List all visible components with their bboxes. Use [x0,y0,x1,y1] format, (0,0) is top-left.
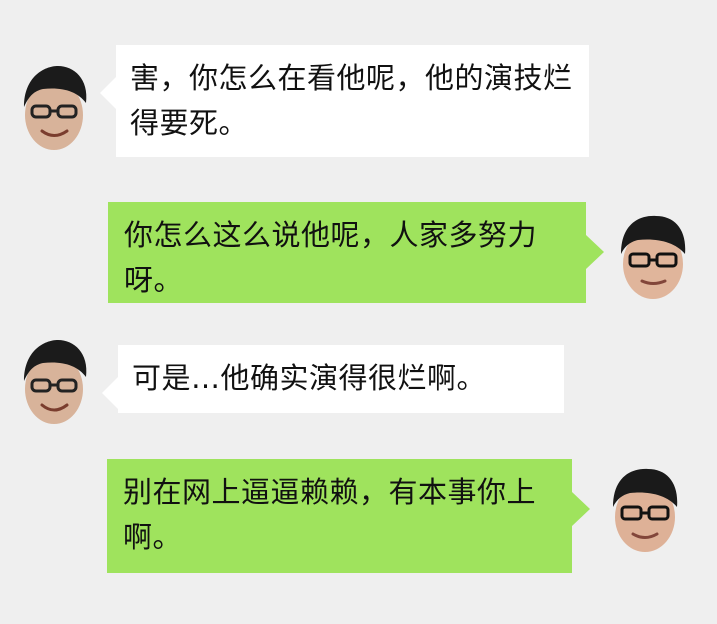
message-text-left-1: 害，你怎么在看他呢，他的演技烂得要死。 [130,61,573,140]
avatar-left-1-icon [24,66,87,150]
message-text-right-2: 别在网上逼逼赖赖，有本事你上啊。 [123,475,537,554]
avatar-left-2-icon [24,340,87,424]
message-row-right-2: 别在网上逼逼赖赖，有本事你上啊。 [0,459,717,573]
avatar-right-2-icon [613,468,678,552]
message-row-right-1: 你怎么这么说他呢，人家多努力呀。 [0,202,717,303]
chat-window: 害，你怎么在看他呢，他的演技烂得要死。 你怎么这么说他呢，人家多努力呀。 可是…… [0,0,717,624]
avatar-left-1[interactable] [14,63,94,155]
avatar-right-1-icon [621,215,686,299]
message-text-right-1: 你怎么这么说他呢，人家多努力呀。 [124,218,538,297]
message-row-left-1: 害，你怎么在看他呢，他的演技烂得要死。 [0,45,717,157]
message-bubble-left-1: 害，你怎么在看他呢，他的演技烂得要死。 [100,45,589,157]
message-text-left-2: 可是…他确实演得很烂啊。 [132,361,487,395]
avatar-right-1[interactable] [613,212,693,304]
message-bubble-right-1: 你怎么这么说他呢，人家多努力呀。 [108,202,604,303]
message-row-left-2: 可是…他确实演得很烂啊。 [0,340,717,424]
message-bubble-left-2: 可是…他确实演得很烂啊。 [102,345,564,413]
avatar-right-2[interactable] [605,465,685,557]
message-bubble-right-2: 别在网上逼逼赖赖，有本事你上啊。 [107,459,590,573]
avatar-left-2[interactable] [14,337,94,429]
